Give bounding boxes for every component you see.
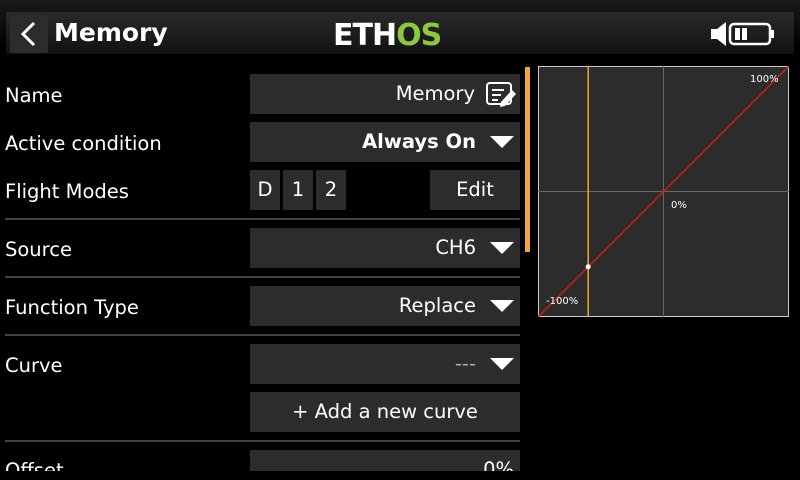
divider — [5, 218, 520, 220]
curve-label: Curve — [5, 354, 63, 377]
offset-value: 0% — [483, 458, 514, 471]
function-type-label: Function Type — [5, 296, 139, 319]
divider — [5, 440, 520, 442]
header-bar: Memory ETHOS — [0, 0, 800, 66]
battery-icon — [728, 22, 774, 46]
name-label: Name — [5, 84, 63, 107]
divider — [5, 276, 520, 278]
speaker-icon[interactable] — [711, 22, 726, 46]
page-title: Memory — [54, 18, 168, 47]
offset-label: Offset — [5, 459, 64, 471]
divider — [5, 334, 520, 336]
scrollbar[interactable] — [525, 67, 530, 252]
offset-field[interactable]: 0% — [250, 450, 520, 471]
edit-icon — [486, 82, 516, 107]
ethos-logo: ETHOS — [333, 18, 442, 53]
source-dropdown[interactable]: CH6 — [250, 228, 520, 268]
function-type-dropdown[interactable]: Replace — [250, 286, 520, 326]
flight-modes-label: Flight Modes — [5, 180, 129, 203]
active-condition-value: Always On — [362, 130, 476, 153]
function-type-value: Replace — [398, 294, 476, 317]
logo-text: ETHOS — [333, 18, 441, 53]
curve-dropdown[interactable]: --- — [250, 344, 520, 384]
dropdown-caret-icon — [490, 358, 514, 370]
graph-label-center: 0% — [671, 200, 687, 211]
flight-mode-d[interactable]: D — [250, 170, 280, 210]
name-field[interactable]: Memory — [250, 74, 520, 114]
active-condition-dropdown[interactable]: Always On — [250, 122, 520, 162]
curve-value: --- — [454, 352, 476, 375]
curve-graph: 100% 0% -100% — [538, 66, 789, 317]
curve-point — [585, 264, 591, 270]
active-condition-label: Active condition — [5, 132, 162, 155]
status-icons — [711, 22, 774, 46]
name-value: Memory — [395, 82, 475, 105]
back-button[interactable] — [10, 15, 48, 53]
flight-mode-1[interactable]: 1 — [283, 170, 313, 210]
add-curve-button[interactable]: + Add a new curve — [250, 392, 520, 432]
dropdown-caret-icon — [490, 136, 514, 148]
settings-panel[interactable]: Name Memory Active condition Always On F… — [0, 66, 530, 471]
graph-label-min: -100% — [546, 296, 578, 307]
edit-flight-modes-button[interactable]: Edit — [430, 170, 520, 210]
flight-mode-2[interactable]: 2 — [316, 170, 346, 210]
graph-label-max: 100% — [750, 74, 779, 85]
dropdown-caret-icon — [490, 300, 514, 312]
dropdown-caret-icon — [490, 242, 514, 254]
source-label: Source — [5, 238, 72, 261]
chevron-left-icon — [20, 21, 36, 47]
source-value: CH6 — [435, 236, 476, 259]
